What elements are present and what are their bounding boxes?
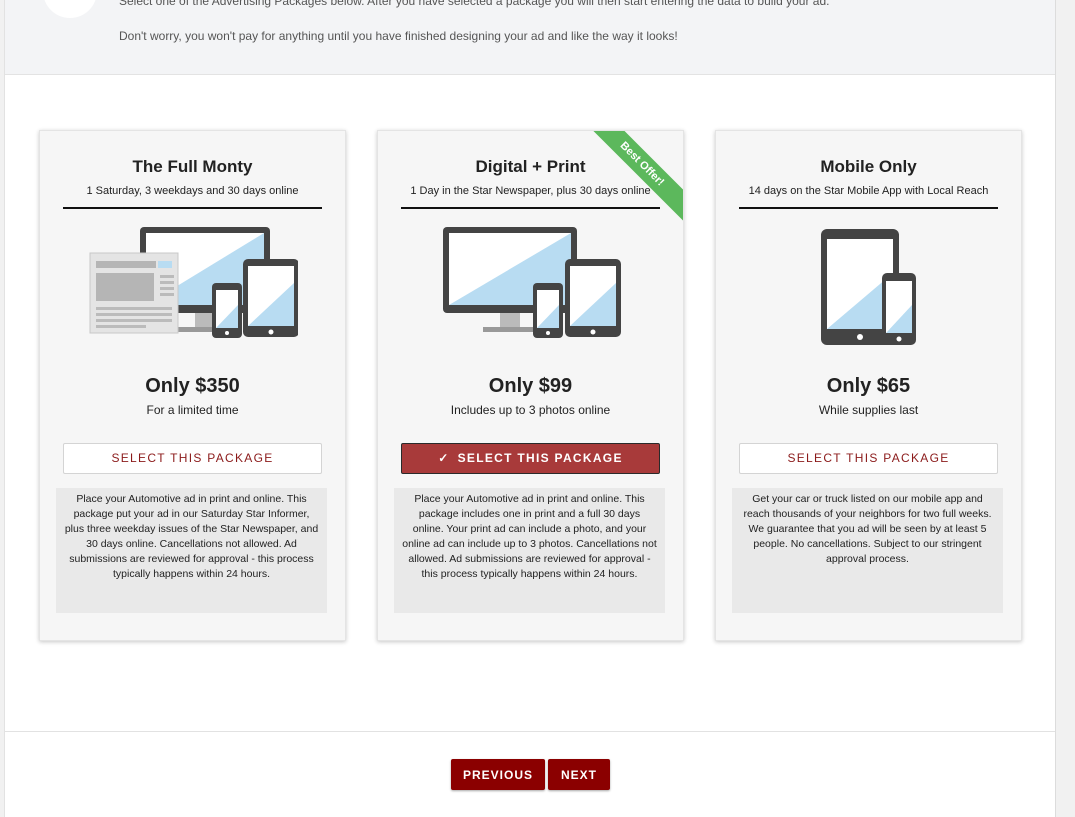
package-subtitle: 1 Day in the Star Newspaper, plus 30 day… <box>410 185 651 197</box>
previous-button[interactable]: PREVIOUS <box>451 759 545 790</box>
package-title: Mobile Only <box>820 157 917 176</box>
package-title: Digital + Print <box>475 157 586 176</box>
package-card-mobile-only: Mobile Only 14 days on the Star Mobile A… <box>715 130 1022 641</box>
package-note: Includes up to 3 photos online <box>450 403 611 417</box>
title-divider <box>63 207 322 209</box>
package-price: Only $350 <box>145 375 240 397</box>
main-panel: Select one of the Advertising Packages b… <box>4 0 1056 817</box>
select-package-button[interactable]: SELECT THIS PACKAGE <box>63 443 322 474</box>
intro-instructions: Select one of the Advertising Packages b… <box>119 0 830 8</box>
package-description: Place your Automotive ad in print and on… <box>56 488 327 613</box>
package-card-full-monty: The Full Monty 1 Saturday, 3 weekdays an… <box>39 130 346 641</box>
package-note: While supplies last <box>818 403 919 417</box>
checkmark-icon: ✓ <box>438 451 450 465</box>
select-button-label: SELECT THIS PACKAGE <box>111 451 274 465</box>
select-package-button[interactable]: SELECT THIS PACKAGE <box>739 443 998 474</box>
scroll-gutter <box>1056 0 1075 817</box>
package-subtitle: 1 Saturday, 3 weekdays and 30 days onlin… <box>86 185 299 197</box>
package-card-digital-print: Best Offer! Digital + Print 1 Day in the… <box>377 130 684 641</box>
select-button-label: SELECT THIS PACKAGE <box>457 451 623 465</box>
package-description: Get your car or truck listed on our mobi… <box>732 488 1003 613</box>
step-indicator <box>43 0 97 18</box>
footer-divider <box>5 731 1055 732</box>
package-price: Only $99 <box>488 375 573 397</box>
package-price: Only $65 <box>826 375 911 397</box>
next-button[interactable]: NEXT <box>548 759 610 790</box>
intro-reassurance: Don't worry, you won't pay for anything … <box>119 29 678 43</box>
monitor-phone-tablet-icon <box>378 223 683 353</box>
package-subtitle: 14 days on the Star Mobile App with Loca… <box>748 185 989 197</box>
package-title: The Full Monty <box>132 157 253 176</box>
ribbon-label: Best Offer! <box>581 131 683 225</box>
select-button-label: SELECT THIS PACKAGE <box>787 451 950 465</box>
package-description: Place your Automotive ad in print and on… <box>394 488 665 613</box>
title-divider <box>401 207 660 209</box>
title-divider <box>739 207 998 209</box>
tablet-phone-icon <box>716 223 1021 353</box>
select-package-button[interactable]: ✓ SELECT THIS PACKAGE <box>401 443 660 474</box>
intro-section: Select one of the Advertising Packages b… <box>5 0 1055 75</box>
package-note: For a limited time <box>146 403 239 417</box>
newspaper-monitor-phone-tablet-icon <box>40 223 345 353</box>
